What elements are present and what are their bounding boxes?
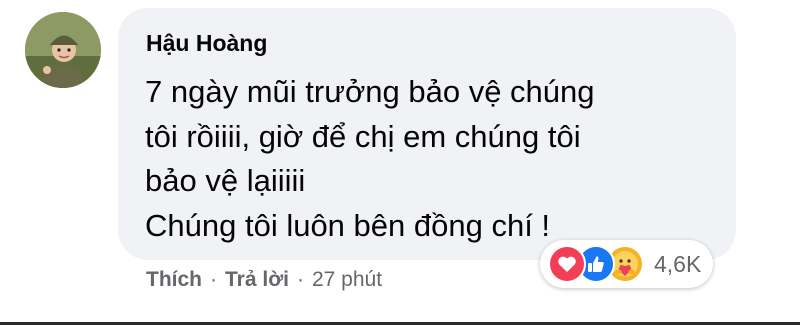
reply-action[interactable]: Trả lời (225, 268, 289, 291)
separator: · (296, 268, 304, 291)
avatar[interactable] (25, 12, 101, 88)
timestamp[interactable]: 27 phút (312, 268, 382, 291)
comment-text: 7 ngày mũi trưởng bảo vệ chúng tôi rồiii… (145, 70, 705, 248)
comment-item: Hậu Hoàng 7 ngày mũi trưởng bảo vệ chúng… (0, 0, 800, 325)
reactions-summary[interactable]: 4,6K (540, 240, 714, 288)
reaction-count: 4,6K (654, 250, 702, 277)
comment-line: bảo vệ lạiiiii (145, 163, 306, 198)
avatar-image (25, 12, 101, 88)
comment-bubble: Hậu Hoàng 7 ngày mũi trưởng bảo vệ chúng… (118, 8, 736, 260)
author-name[interactable]: Hậu Hoàng (146, 30, 267, 57)
comment-actions: Thích · Trả lời · 27 phút (146, 268, 382, 292)
love-icon (548, 245, 586, 283)
like-action[interactable]: Thích (146, 268, 202, 291)
separator: · (210, 268, 217, 291)
comment-line: tôi rồiiii, giờ để chị em chúng tôi (145, 118, 581, 154)
comment-line: 7 ngày mũi trưởng bảo vệ chúng (145, 74, 595, 109)
